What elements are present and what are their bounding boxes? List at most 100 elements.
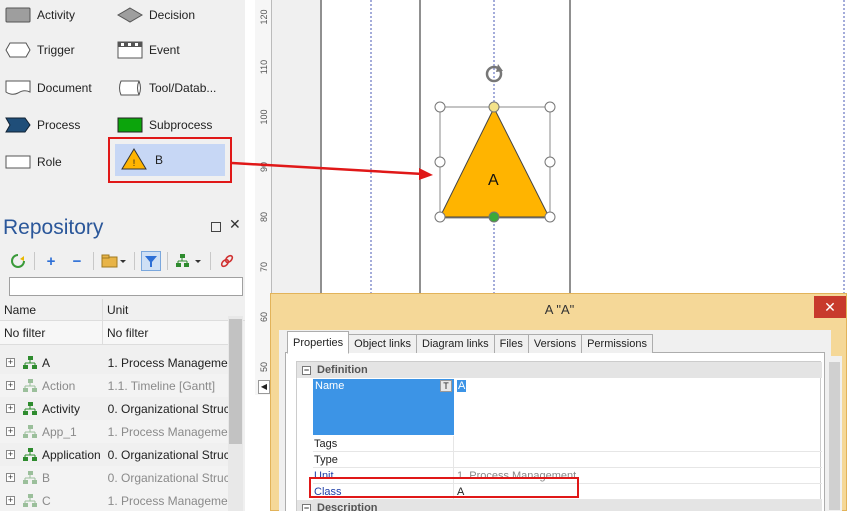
expand-icon[interactable]: +: [6, 358, 15, 367]
expand-icon[interactable]: +: [6, 450, 15, 459]
add-icon[interactable]: +: [41, 251, 61, 271]
remove-icon[interactable]: −: [67, 251, 87, 271]
tab-permissions[interactable]: Permissions: [581, 334, 653, 353]
ruler-label: 50: [259, 362, 269, 373]
repository-row-name: App_1: [41, 424, 77, 439]
expand-icon[interactable]: +: [6, 473, 15, 482]
palette-item-role[interactable]: Role: [5, 147, 62, 177]
palette-item-activity[interactable]: Activity: [5, 0, 75, 30]
shape-label[interactable]: A: [488, 172, 499, 190]
property-value-name[interactable]: A: [454, 379, 822, 435]
repository-row-name: A: [41, 355, 50, 370]
repository-row[interactable]: + B 0. Organizational Structure: [0, 466, 228, 489]
expand-icon[interactable]: +: [6, 496, 15, 505]
palette-item-document[interactable]: Document: [5, 73, 92, 103]
dialog-body: − Definition Name T A Tags Type Unit 1. …: [279, 330, 831, 511]
repository-row[interactable]: + A 1. Process Management: [0, 351, 228, 374]
repository-row[interactable]: + Application 0. Organizational Structure: [0, 443, 228, 466]
repository-row-unit: 0. Organizational Structure: [107, 401, 228, 416]
tab-object-links[interactable]: Object links: [348, 334, 417, 353]
folder-dropdown-icon[interactable]: [100, 251, 128, 271]
palette-item-decision[interactable]: Decision: [117, 0, 195, 30]
ruler-scroll-left-button[interactable]: ◀: [258, 380, 270, 394]
repository-row[interactable]: + Activity 0. Organizational Structure: [0, 397, 228, 420]
refresh-icon[interactable]: [8, 251, 28, 271]
diagram-canvas[interactable]: A: [272, 0, 847, 295]
hierarchy-icon: [22, 447, 37, 462]
property-row-unit[interactable]: Unit 1. Process Management: [313, 468, 822, 484]
process-icon: [5, 116, 31, 134]
dialog-scrollbar[interactable]: [827, 356, 842, 511]
property-row-type[interactable]: Type: [313, 452, 822, 468]
property-value-unit[interactable]: 1. Process Management: [454, 468, 822, 483]
triangle-shape: [439, 106, 550, 218]
collapse-icon[interactable]: −: [302, 365, 311, 375]
filter-name[interactable]: No filter: [0, 321, 103, 344]
property-row-tags[interactable]: Tags: [313, 436, 822, 452]
property-value-type[interactable]: [454, 452, 822, 467]
tab-files[interactable]: Files: [493, 334, 529, 353]
property-value-class[interactable]: A: [454, 484, 822, 499]
expand-icon[interactable]: +: [6, 404, 15, 413]
palette-item-database[interactable]: Tool/Datab...: [117, 73, 216, 103]
document-icon: [5, 79, 31, 97]
filter-unit[interactable]: No filter: [103, 321, 228, 344]
tab-diagram-links[interactable]: Diagram links: [416, 334, 495, 353]
column-header-unit[interactable]: Unit: [103, 299, 228, 320]
repository-scrollbar[interactable]: [228, 316, 243, 511]
palette-item-b[interactable]: ! B: [115, 144, 225, 176]
dialog-close-button[interactable]: ✕: [814, 296, 846, 318]
palette-item-event[interactable]: Event: [117, 35, 180, 65]
property-row-name[interactable]: Name T A: [313, 379, 822, 435]
ruler-label: 80: [259, 212, 269, 223]
property-key-name: Name T: [313, 379, 454, 435]
section-definition[interactable]: − Definition: [297, 362, 822, 378]
close-icon[interactable]: ✕: [229, 216, 241, 233]
pin-icon[interactable]: [211, 222, 221, 232]
repository-search-input[interactable]: [9, 277, 243, 296]
palette-item-subprocess[interactable]: Subprocess: [117, 110, 212, 140]
resize-handle: [434, 211, 446, 223]
dialog-tabs: Properties Object links Diagram links Files…: [287, 331, 653, 354]
palette-item-label: Document: [37, 81, 92, 95]
scrollbar-thumb[interactable]: [829, 362, 840, 510]
collapse-icon[interactable]: −: [302, 503, 311, 511]
hierarchy-dropdown-icon[interactable]: [174, 251, 204, 271]
property-value-tags[interactable]: [454, 436, 822, 451]
section-description[interactable]: − Description: [297, 500, 822, 511]
repository-row-unit: 1. Process Management: [107, 493, 228, 508]
tab-versions[interactable]: Versions: [527, 334, 583, 353]
text-type-icon[interactable]: T: [440, 380, 452, 392]
property-row-class[interactable]: Class A: [313, 484, 822, 500]
filter-icon[interactable]: [141, 251, 161, 271]
expand-icon[interactable]: +: [6, 427, 15, 436]
repository-row-unit: 1. Process Management: [107, 424, 228, 439]
repository-row[interactable]: + App_1 1. Process Management: [0, 420, 228, 443]
palette-item-label: Subprocess: [149, 118, 213, 132]
role-icon: [5, 153, 31, 171]
link-icon[interactable]: [217, 251, 237, 271]
expand-icon[interactable]: +: [6, 381, 15, 390]
palette-item-label: Event: [149, 43, 180, 57]
palette-item-label: Tool/Datab...: [149, 81, 217, 95]
repository-row[interactable]: + Action 1.1. Timeline [Gantt]: [0, 374, 228, 397]
svg-text:!: !: [133, 158, 136, 168]
repository-title: Repository: [3, 216, 104, 239]
hierarchy-icon: [22, 378, 37, 393]
palette-item-trigger[interactable]: Trigger: [5, 35, 75, 65]
repository-row[interactable]: + C 1. Process Management: [0, 489, 228, 511]
repository-row-name: Application: [41, 447, 101, 462]
repository-column-headers: Name Unit: [0, 299, 245, 321]
palette-item-process[interactable]: Process: [5, 110, 80, 140]
rect-icon: [5, 6, 31, 24]
tab-properties[interactable]: Properties: [287, 331, 350, 354]
column-header-name[interactable]: Name: [0, 299, 103, 320]
repository-row-unit: 1.1. Timeline [Gantt]: [107, 378, 216, 393]
tab-panel-properties: − Definition Name T A Tags Type Unit 1. …: [285, 352, 825, 511]
resize-handle: [544, 211, 556, 223]
scrollbar-thumb[interactable]: [229, 319, 242, 444]
toolbar-separator: [34, 252, 35, 270]
property-key-type: Type: [313, 452, 454, 467]
resize-handle: [434, 101, 446, 113]
ruler-label: 70: [259, 262, 269, 273]
